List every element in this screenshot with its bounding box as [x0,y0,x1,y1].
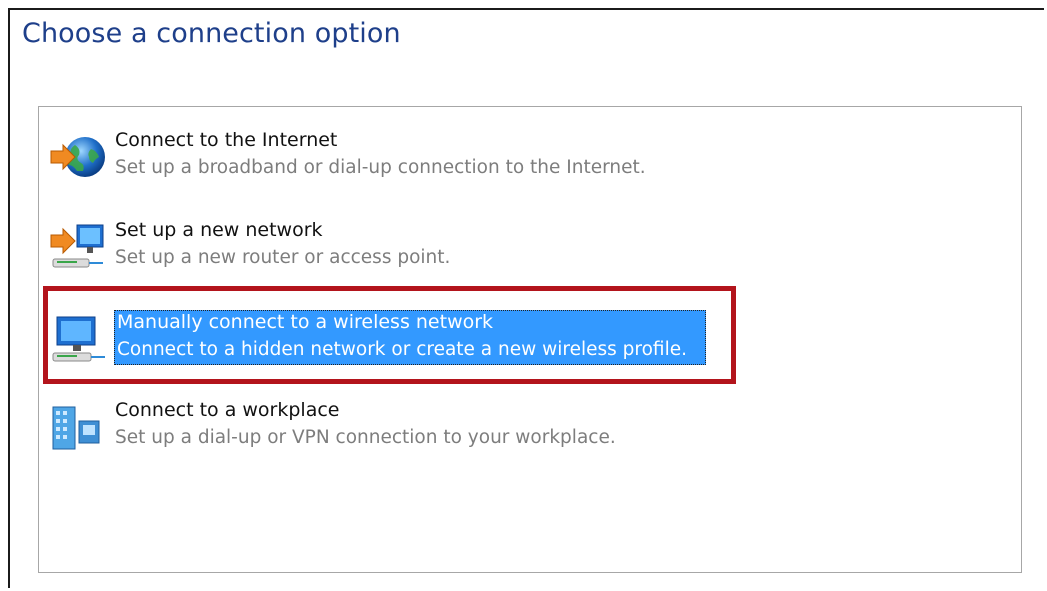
option-description: Set up a broadband or dial-up connection… [115,157,646,178]
option-manual-wireless[interactable]: Manually connect to a wireless network C… [45,307,745,371]
globe-arrow-icon [47,131,109,187]
option-title: Connect to the Internet [115,129,338,151]
option-description: Connect to a hidden network or create a … [117,339,687,360]
option-title: Manually connect to a wireless network [117,311,494,333]
connection-options-list: Connect to the Internet Set up a broadba… [38,106,1022,573]
option-description: Set up a dial-up or VPN connection to yo… [115,427,616,448]
page-title: Choose a connection option [22,18,401,49]
option-title: Set up a new network [115,219,323,241]
option-connect-workplace[interactable]: Connect to a workplace Set up a dial-up … [45,397,745,461]
wireless-network-icon [47,311,109,367]
option-description: Set up a new router or access point. [115,247,451,268]
option-setup-network[interactable]: Set up a new network Set up a new router… [45,217,745,281]
workplace-icon [47,401,109,457]
option-title: Connect to a workplace [115,399,340,421]
network-setup-icon [47,221,109,277]
option-connect-internet[interactable]: Connect to the Internet Set up a broadba… [45,127,745,191]
